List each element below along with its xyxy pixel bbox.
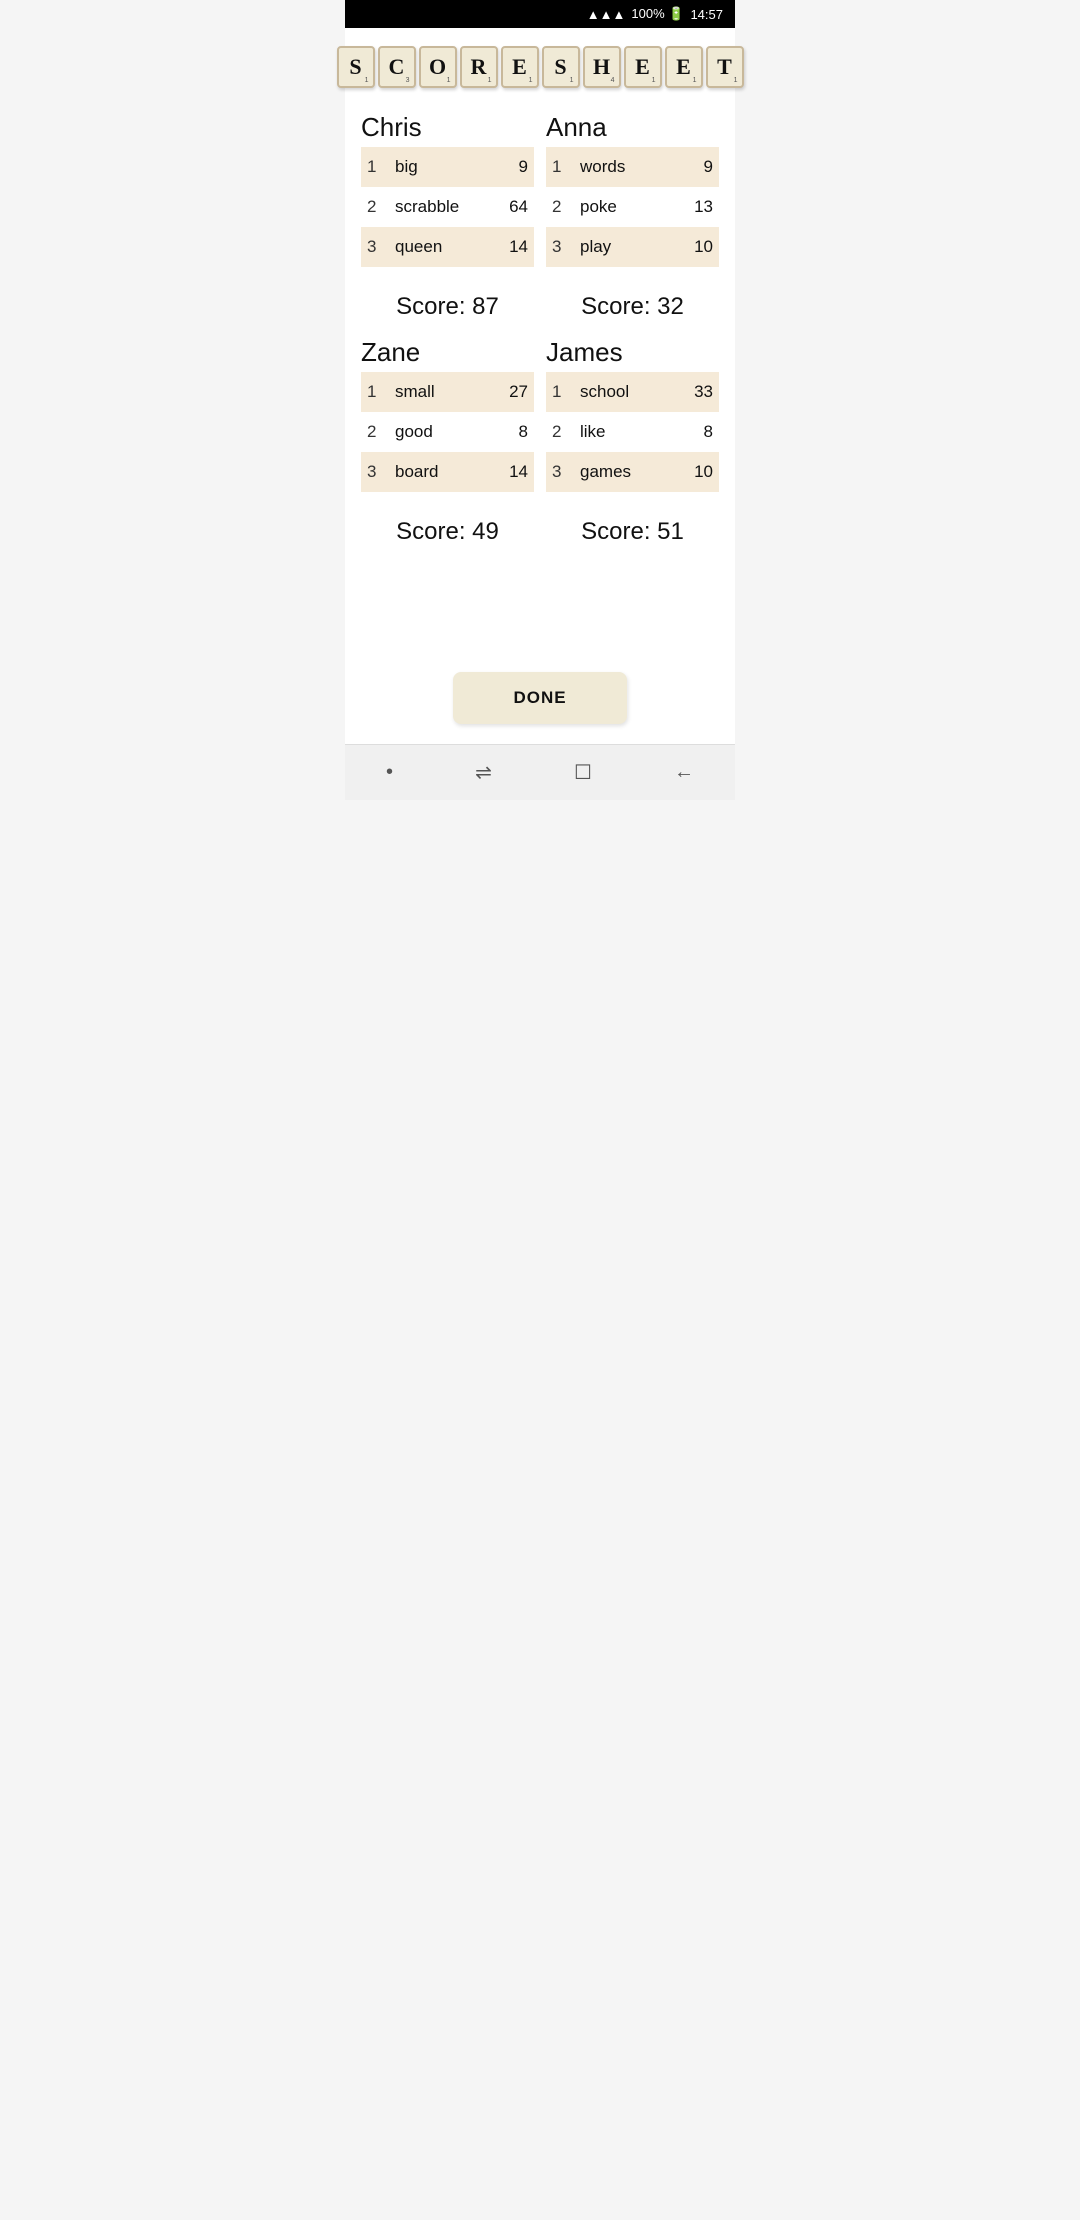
title-tile: O1 [419,46,457,88]
table-row: 3 games 10 [546,452,719,492]
table-row: 2 poke 13 [546,187,719,227]
nav-square-button[interactable]: ☐ [554,752,612,793]
james-table: 1 school 33 2 like 8 3 games 10 [546,372,719,492]
table-row: 2 scrabble 64 [361,187,534,227]
table-row: 3 board 14 [361,452,534,492]
signal-icon: ▲▲▲ [587,7,626,22]
chris-score: Score: 87 [361,293,534,321]
zane-table: 1 small 27 2 good 8 3 board 14 [361,372,534,492]
table-row: 2 like 8 [546,412,719,452]
nav-dot-button[interactable]: • [366,753,413,792]
title-tile: C3 [378,46,416,88]
player-chris: Chris 1 big 9 2 scrabble 64 3 queen 14 [361,112,534,267]
score-totals-row-1: Score: 87 Score: 32 [361,271,719,337]
score-totals-row-2: Score: 49 Score: 51 [361,496,719,562]
player-zane: Zane 1 small 27 2 good 8 3 board 14 [361,337,534,492]
chris-table: 1 big 9 2 scrabble 64 3 queen 14 [361,147,534,267]
zane-name: Zane [361,337,534,368]
done-area: DONE [345,654,735,744]
table-row: 1 words 9 [546,147,719,187]
table-row: 3 play 10 [546,227,719,267]
james-name: James [546,337,719,368]
title-area: S1C3O1R1E1S1H4E1E1T1 [345,28,735,102]
time-display: 14:57 [690,7,723,22]
battery-status: 100% 🔋 [631,6,684,22]
nav-lines-button[interactable]: ⇌ [455,752,512,793]
bottom-nav: • ⇌ ☐ ← [345,744,735,800]
player-anna: Anna 1 words 9 2 poke 13 3 play 10 [546,112,719,267]
anna-table: 1 words 9 2 poke 13 3 play 10 [546,147,719,267]
title-tile: S1 [337,46,375,88]
table-row: 2 good 8 [361,412,534,452]
main-content: Chris 1 big 9 2 scrabble 64 3 queen 14 A… [345,102,735,654]
anna-score: Score: 32 [546,293,719,321]
title-tile: S1 [542,46,580,88]
chris-name: Chris [361,112,534,143]
anna-name: Anna [546,112,719,143]
title-tiles: S1C3O1R1E1S1H4E1E1T1 [337,46,744,88]
title-tile: E1 [665,46,703,88]
nav-back-button[interactable]: ← [654,753,714,792]
title-tile: R1 [460,46,498,88]
table-row: 1 school 33 [546,372,719,412]
title-tile: T1 [706,46,744,88]
zane-score: Score: 49 [361,518,534,546]
status-bar: ▲▲▲ 100% 🔋 14:57 [345,0,735,28]
james-score: Score: 51 [546,518,719,546]
players-row-2: Zane 1 small 27 2 good 8 3 board 14 Jame… [361,337,719,492]
done-button[interactable]: DONE [453,672,626,724]
title-tile: H4 [583,46,621,88]
title-tile: E1 [624,46,662,88]
table-row: 3 queen 14 [361,227,534,267]
player-james: James 1 school 33 2 like 8 3 games 10 [546,337,719,492]
table-row: 1 big 9 [361,147,534,187]
title-tile: E1 [501,46,539,88]
table-row: 1 small 27 [361,372,534,412]
players-row-1: Chris 1 big 9 2 scrabble 64 3 queen 14 A… [361,112,719,267]
